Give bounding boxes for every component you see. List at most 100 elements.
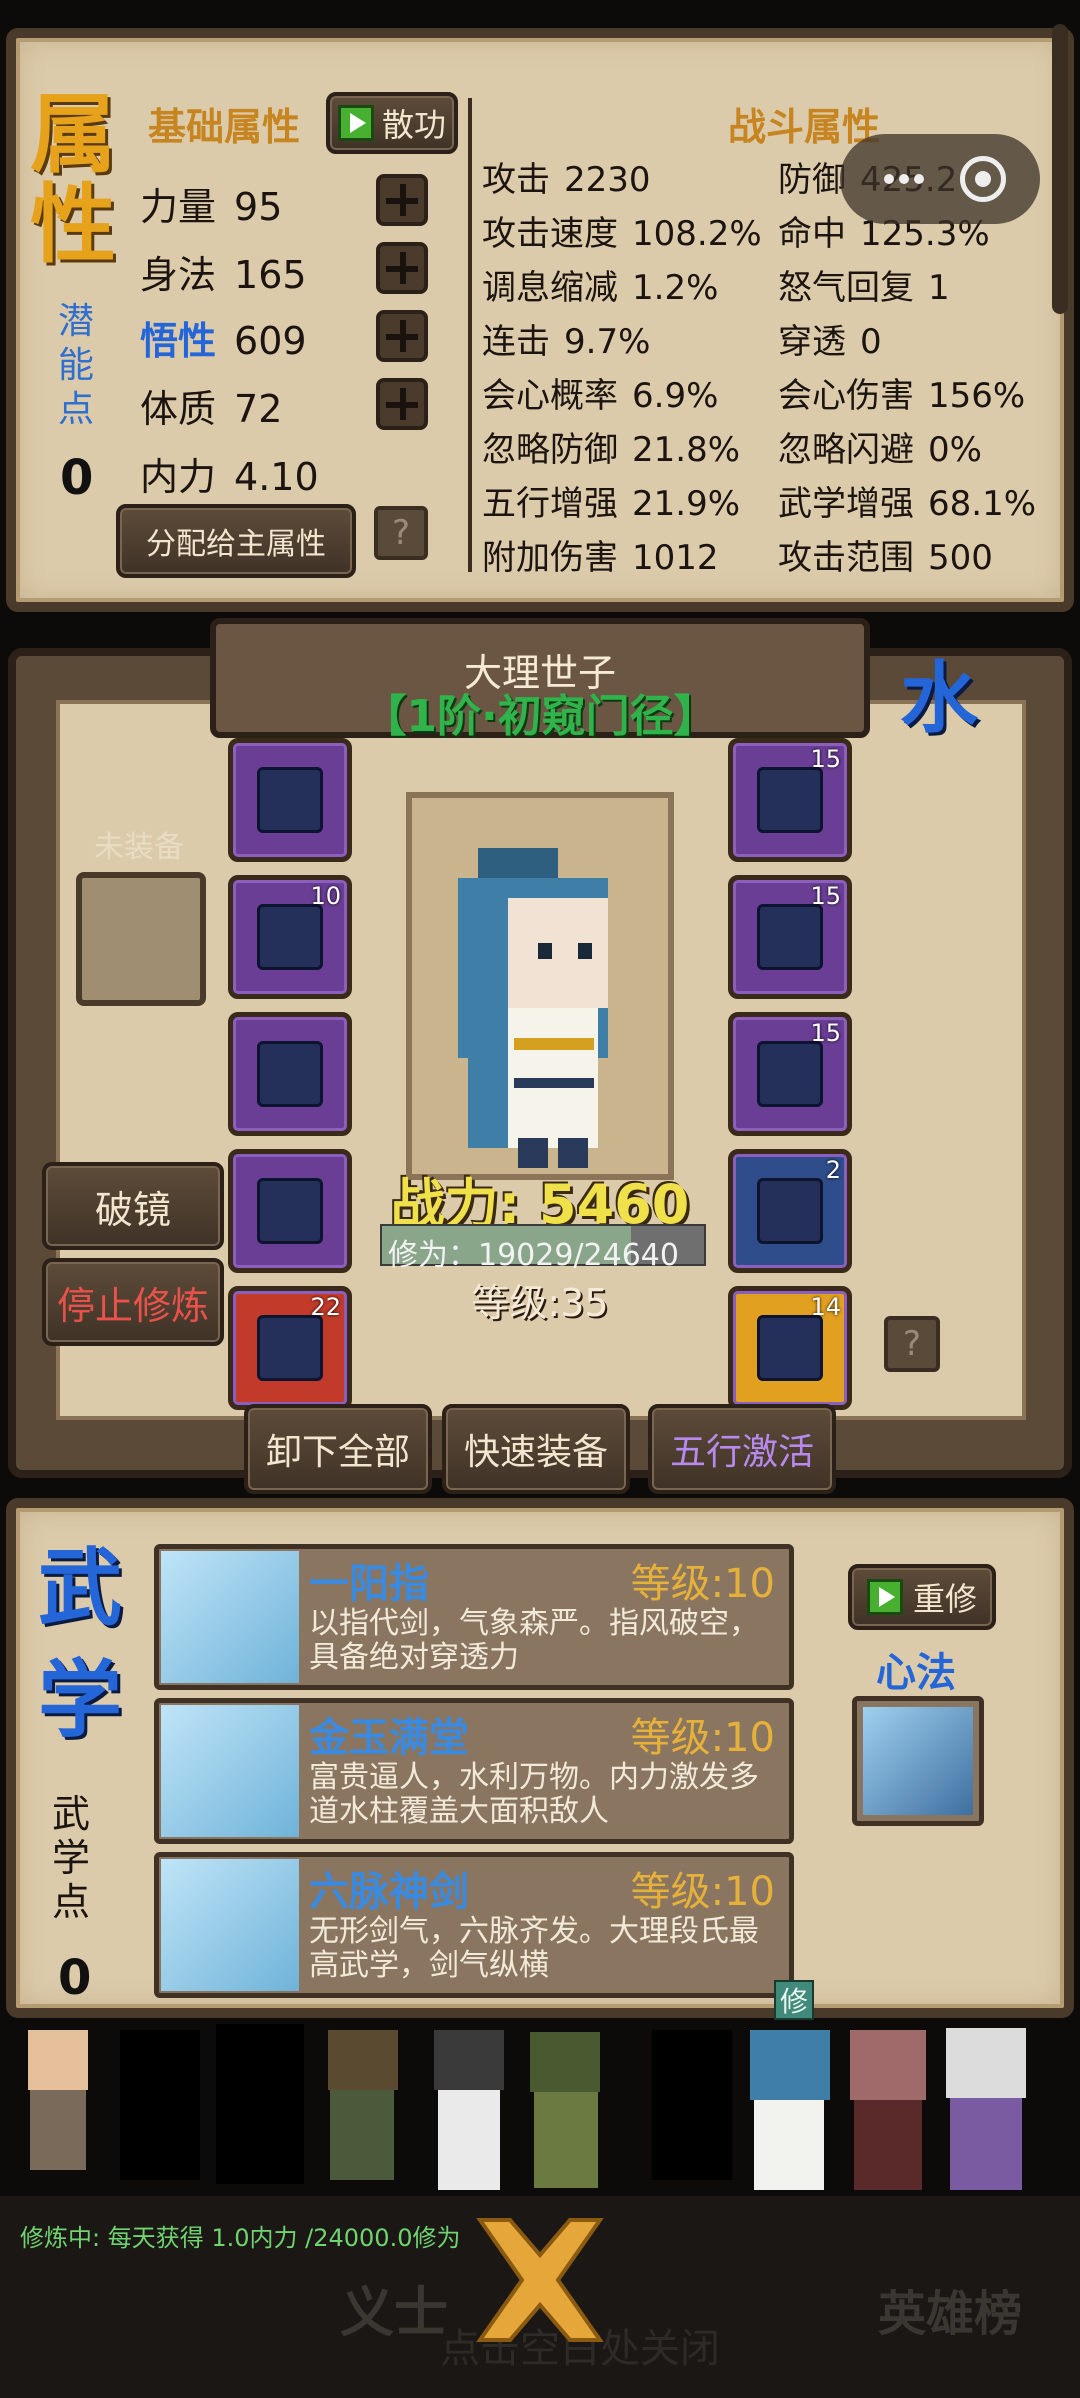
mini-program-capsule[interactable]	[840, 134, 1040, 224]
combat-stat-value: 6.9%	[632, 376, 719, 416]
equipment-level: 10	[310, 882, 341, 910]
equipment-slot[interactable]	[228, 738, 352, 862]
combat-stat: 连击 9.7%	[482, 314, 650, 363]
skill-level: 等级:10	[630, 1561, 775, 1607]
combat-stat-label: 附加伤害	[482, 538, 618, 578]
combat-stat: 武学增强 68.1%	[778, 476, 1036, 525]
skill-image	[161, 1705, 299, 1837]
unequip-all-button[interactable]: 卸下全部	[244, 1404, 432, 1494]
skill-level: 等级:10	[630, 1715, 775, 1761]
equipment-item-icon	[257, 1315, 323, 1381]
attr-row-wisdom: 悟性 609	[140, 319, 307, 363]
equipment-item-icon	[757, 904, 823, 970]
scrollbar[interactable]	[1052, 24, 1068, 314]
heart-method-image	[863, 1707, 973, 1815]
martial-title: 武学	[38, 1539, 123, 1749]
combat-stat-value: 0	[860, 322, 882, 362]
equipment-level: 2	[825, 1156, 841, 1184]
combat-stat-value: 68.1%	[928, 484, 1037, 524]
combat-stat-value: 2230	[564, 160, 651, 200]
attributes-help-button[interactable]: ?	[374, 506, 428, 560]
add-constitution-button[interactable]	[376, 378, 428, 430]
equipment-level: 15	[810, 745, 841, 773]
combat-stat: 忽略防御 21.8%	[482, 422, 740, 471]
potential-value: 0	[60, 450, 94, 506]
tab-righteous[interactable]: 义士	[340, 2268, 448, 2347]
hero-roster[interactable]	[0, 2010, 1080, 2196]
combat-stat: 怒气回复 1	[778, 260, 950, 309]
combat-stat-label: 攻击范围	[778, 538, 914, 578]
cultivation-text: 修为：19029/24640	[388, 1238, 679, 1273]
tab-hero-ranking[interactable]: 英雄榜	[878, 2274, 1022, 2344]
combat-stat: 附加伤害 1012	[482, 530, 719, 579]
equipment-slot[interactable]: 2	[728, 1149, 852, 1273]
skill-card[interactable]: 六脉神剑 等级:10 无形剑气，六脉齐发。大理段氏最高武学，剑气纵横	[154, 1852, 794, 1998]
character-rank: 【1阶·初窥门径】	[362, 691, 718, 742]
cultivating-tag: 修	[774, 1980, 814, 2020]
combat-stat-label: 连击	[482, 322, 550, 362]
combat-stat-label: 调息缩减	[482, 268, 618, 308]
breakthrough-button[interactable]: 破镜	[42, 1162, 224, 1250]
combat-stat: 会心概率 6.9%	[482, 368, 718, 417]
combat-stat: 穿透 0	[778, 314, 882, 363]
combat-stat: 攻击范围 500	[778, 530, 993, 579]
martial-points-value: 0	[58, 1950, 92, 2006]
skill-description: 富贵逼人，水利万物。内力激发多道水柱覆盖大面积敌人	[309, 1760, 759, 1829]
close-target-icon	[960, 156, 1006, 202]
combat-stat-label: 武学增强	[778, 484, 914, 524]
equipment-item-icon	[757, 1041, 823, 1107]
combat-stat-label: 防御	[778, 160, 846, 200]
combat-stat-label: 忽略闪避	[778, 430, 914, 470]
combat-stat-label: 攻击速度	[482, 214, 618, 254]
skill-level: 等级:10	[630, 1869, 775, 1915]
equipment-help-button[interactable]: ?	[884, 1316, 940, 1372]
assign-main-attribute-button[interactable]: 分配给主属性	[116, 504, 356, 578]
add-agility-button[interactable]	[376, 242, 428, 294]
heart-method-slot[interactable]	[852, 1696, 984, 1826]
five-elements-button[interactable]: 五行激活	[648, 1404, 836, 1494]
attributes-title: 属性	[30, 85, 116, 275]
close-x-icon	[476, 2218, 604, 2342]
combat-stat-value: 108.2%	[632, 214, 762, 254]
equipment-item-icon	[257, 1178, 323, 1244]
close-button[interactable]	[470, 2210, 610, 2350]
equipment-level: 22	[310, 1293, 341, 1321]
equipment-slot[interactable]: 15	[728, 738, 852, 862]
combat-stat: 调息缩减 1.2%	[482, 260, 718, 309]
equipment-slot[interactable]: 15	[728, 875, 852, 999]
more-icon	[884, 174, 924, 184]
combat-stat-label: 会心概率	[482, 376, 618, 416]
equipment-slot[interactable]: 14	[728, 1286, 852, 1410]
play-icon	[866, 1579, 903, 1615]
skill-card[interactable]: 一阳指 等级:10 以指代剑，气象森严。指风破空，具备绝对穿透力	[154, 1544, 794, 1690]
combat-stat-label: 穿透	[778, 322, 846, 362]
quick-equip-button[interactable]: 快速装备	[442, 1404, 630, 1494]
stop-cultivation-button[interactable]: 停止修炼	[42, 1258, 224, 1346]
equipment-level: 14	[810, 1293, 841, 1321]
combat-stat-value: 1012	[632, 538, 719, 578]
equipment-slot[interactable]: 22	[228, 1286, 352, 1410]
equipment-item-icon	[757, 767, 823, 833]
attr-row-strength: 力量 95	[140, 185, 283, 229]
equipment-slot[interactable]	[228, 1012, 352, 1136]
skill-description: 无形剑气，六脉齐发。大理段氏最高武学，剑气纵横	[309, 1914, 759, 1983]
equipment-slot[interactable]: 15	[728, 1012, 852, 1136]
combat-stat-value: 21.8%	[632, 430, 741, 470]
skill-description: 以指代剑，气象森严。指风破空，具备绝对穿透力	[309, 1606, 759, 1675]
scatter-button[interactable]: 散功	[326, 92, 458, 154]
equipment-level: 15	[810, 882, 841, 910]
add-strength-button[interactable]	[376, 174, 428, 226]
equipment-slot[interactable]	[228, 1149, 352, 1273]
attr-row-agility: 身法 165	[140, 253, 307, 297]
relearn-button[interactable]: 重修	[848, 1564, 996, 1630]
skill-card[interactable]: 金玉满堂 等级:10 富贵逼人，水利万物。内力激发多道水柱覆盖大面积敌人	[154, 1698, 794, 1844]
skill-name: 金玉满堂	[309, 1715, 469, 1761]
add-wisdom-button[interactable]	[376, 310, 428, 362]
equipment-item-icon	[257, 904, 323, 970]
equipment-slot[interactable]: 10	[228, 875, 352, 999]
combat-stat-value: 156%	[928, 376, 1026, 416]
skill-name: 六脉神剑	[309, 1869, 469, 1915]
heart-method-label: 心法	[876, 1650, 956, 1696]
empty-equip-slot[interactable]	[76, 872, 206, 1006]
basic-attributes-title: 基础属性	[148, 105, 301, 149]
